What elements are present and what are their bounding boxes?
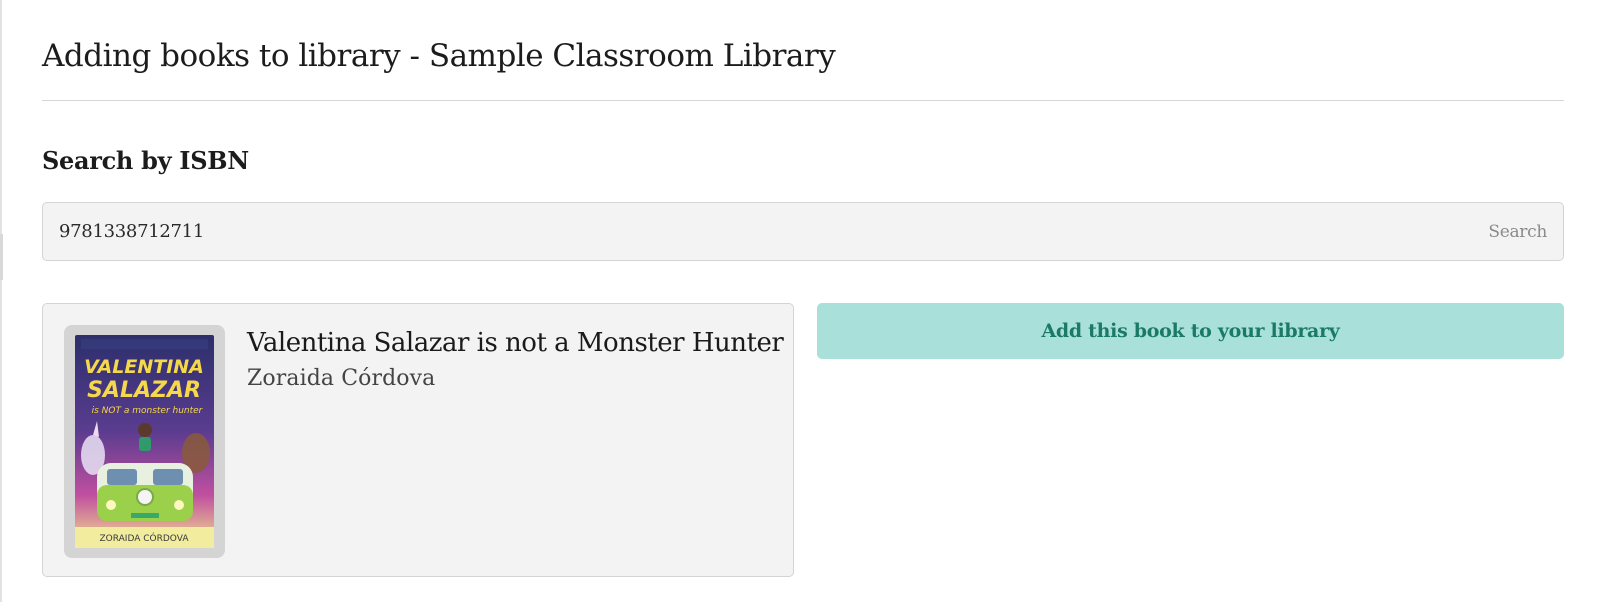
book-cover: VALENTINA SALAZAR is NOT a monster hunte… bbox=[64, 325, 225, 558]
cover-author: ZORAIDA CÓRDOVA bbox=[100, 532, 190, 544]
isbn-search-input[interactable] bbox=[59, 221, 1489, 242]
header-divider bbox=[42, 100, 1564, 101]
page-title: Adding books to library - Sample Classro… bbox=[42, 38, 836, 74]
add-book-button[interactable]: Add this book to your library bbox=[817, 303, 1564, 359]
cover-title-line2: SALAZAR bbox=[87, 378, 201, 403]
left-edge-tab bbox=[0, 234, 3, 280]
book-cover-image: VALENTINA SALAZAR is NOT a monster hunte… bbox=[75, 335, 214, 548]
search-heading: Search by ISBN bbox=[42, 146, 249, 175]
isbn-search-box: Search bbox=[42, 202, 1564, 261]
page: Adding books to library - Sample Classro… bbox=[0, 0, 1600, 602]
book-result-card: VALENTINA SALAZAR is NOT a monster hunte… bbox=[42, 303, 794, 577]
cover-subtitle: is NOT a monster hunter bbox=[92, 406, 204, 416]
book-title: Valentina Salazar is not a Monster Hunte… bbox=[247, 328, 784, 358]
search-button[interactable]: Search bbox=[1488, 222, 1547, 242]
book-author: Zoraida Córdova bbox=[247, 366, 436, 391]
cover-title-line1: VALENTINA bbox=[84, 356, 204, 378]
